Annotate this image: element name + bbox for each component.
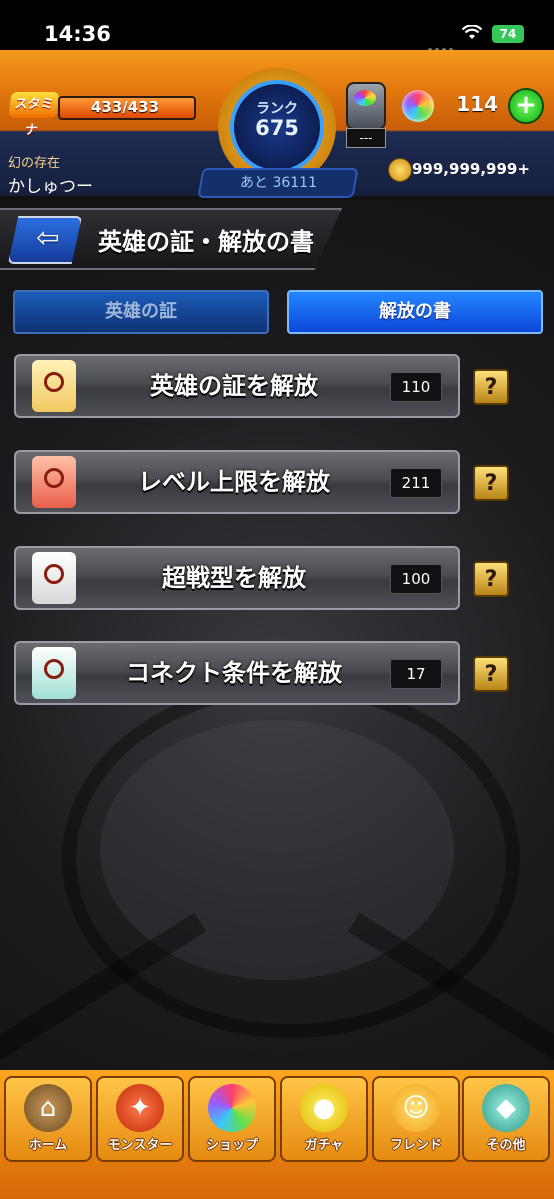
- player-name: かしゅつー: [8, 177, 93, 197]
- orb-box-count: ---: [346, 128, 386, 148]
- menu-item-super-battle[interactable]: 超戦型を解放 100: [14, 546, 460, 610]
- scroll-white-crest-icon: [32, 552, 76, 604]
- nav-monster[interactable]: ✦ モンスター: [96, 1076, 184, 1162]
- coin-count: 999,999,999+: [412, 160, 530, 178]
- status-bar: 14:36 74: [0, 0, 554, 52]
- menu-item-count: 17: [390, 659, 442, 689]
- tab-hero-proof[interactable]: 英雄の証: [13, 290, 269, 334]
- page-title: 英雄の証・解放の書: [98, 228, 314, 256]
- home-icon: ⌂: [24, 1084, 72, 1132]
- scroll-red-crest-icon: [32, 456, 76, 508]
- nav-shop[interactable]: ショップ: [188, 1076, 276, 1162]
- coin-icon: [388, 158, 412, 182]
- buy-orb-button[interactable]: +: [508, 88, 544, 124]
- tab-release-book[interactable]: 解放の書: [287, 290, 543, 334]
- rank-label: ランク: [256, 101, 298, 117]
- nav-gacha[interactable]: ● ガチャ: [280, 1076, 368, 1162]
- back-arrow-icon: ⇦: [36, 221, 60, 254]
- scroll-teal-connect-icon: [32, 647, 76, 699]
- menu-item-hero-proof[interactable]: 英雄の証を解放 110: [14, 354, 460, 418]
- orb-box-icon[interactable]: [346, 82, 386, 130]
- help-button[interactable]: ?: [473, 656, 509, 692]
- menu-item-count: 211: [390, 468, 442, 498]
- menu-item-label: コネクト条件を解放: [126, 659, 342, 687]
- status-time: 14:36: [44, 22, 111, 46]
- scroll-red-seal-icon: [32, 360, 76, 412]
- orb-count: 114: [456, 92, 498, 116]
- rank-value: 675: [255, 116, 299, 140]
- nav-friend[interactable]: ☺ フレンド: [372, 1076, 460, 1162]
- menu-item-count: 100: [390, 564, 442, 594]
- gacha-egg-icon: ●: [300, 1084, 348, 1132]
- nav-other[interactable]: ◆ その他: [462, 1076, 550, 1162]
- other-icon: ◆: [482, 1084, 530, 1132]
- menu-item-count: 110: [390, 372, 442, 402]
- wifi-icon: [462, 25, 482, 39]
- stamina-value: 433/433: [90, 98, 160, 116]
- stamina-icon: スタミナ: [8, 92, 60, 138]
- menu-item-connect[interactable]: コネクト条件を解放 17: [14, 641, 460, 705]
- menu-item-label: 超戦型を解放: [162, 564, 306, 592]
- player-title: 幻の存在: [8, 156, 61, 171]
- shop-orb-icon: [208, 1084, 256, 1132]
- nav-home[interactable]: ⌂ ホーム: [4, 1076, 92, 1162]
- battery-icon: 74: [492, 25, 524, 43]
- help-button[interactable]: ?: [473, 561, 509, 597]
- help-button[interactable]: ?: [473, 465, 509, 501]
- next-rank-exp: あと 36111: [197, 168, 359, 198]
- game-header: スタミナ 433/433 ランク 675 あと 36111 --- 114 + …: [0, 50, 554, 198]
- help-button[interactable]: ?: [473, 369, 509, 405]
- orb-icon: [402, 90, 434, 122]
- friend-icon: ☺: [392, 1084, 440, 1132]
- menu-item-level-limit[interactable]: レベル上限を解放 211: [14, 450, 460, 514]
- bottom-nav: ⌂ ホーム ✦ モンスター ショップ ● ガチャ ☺ フレンド ◆ その他: [0, 1070, 554, 1199]
- menu-item-label: レベル上限を解放: [138, 468, 330, 496]
- monster-icon: ✦: [116, 1084, 164, 1132]
- menu-item-label: 英雄の証を解放: [150, 372, 318, 400]
